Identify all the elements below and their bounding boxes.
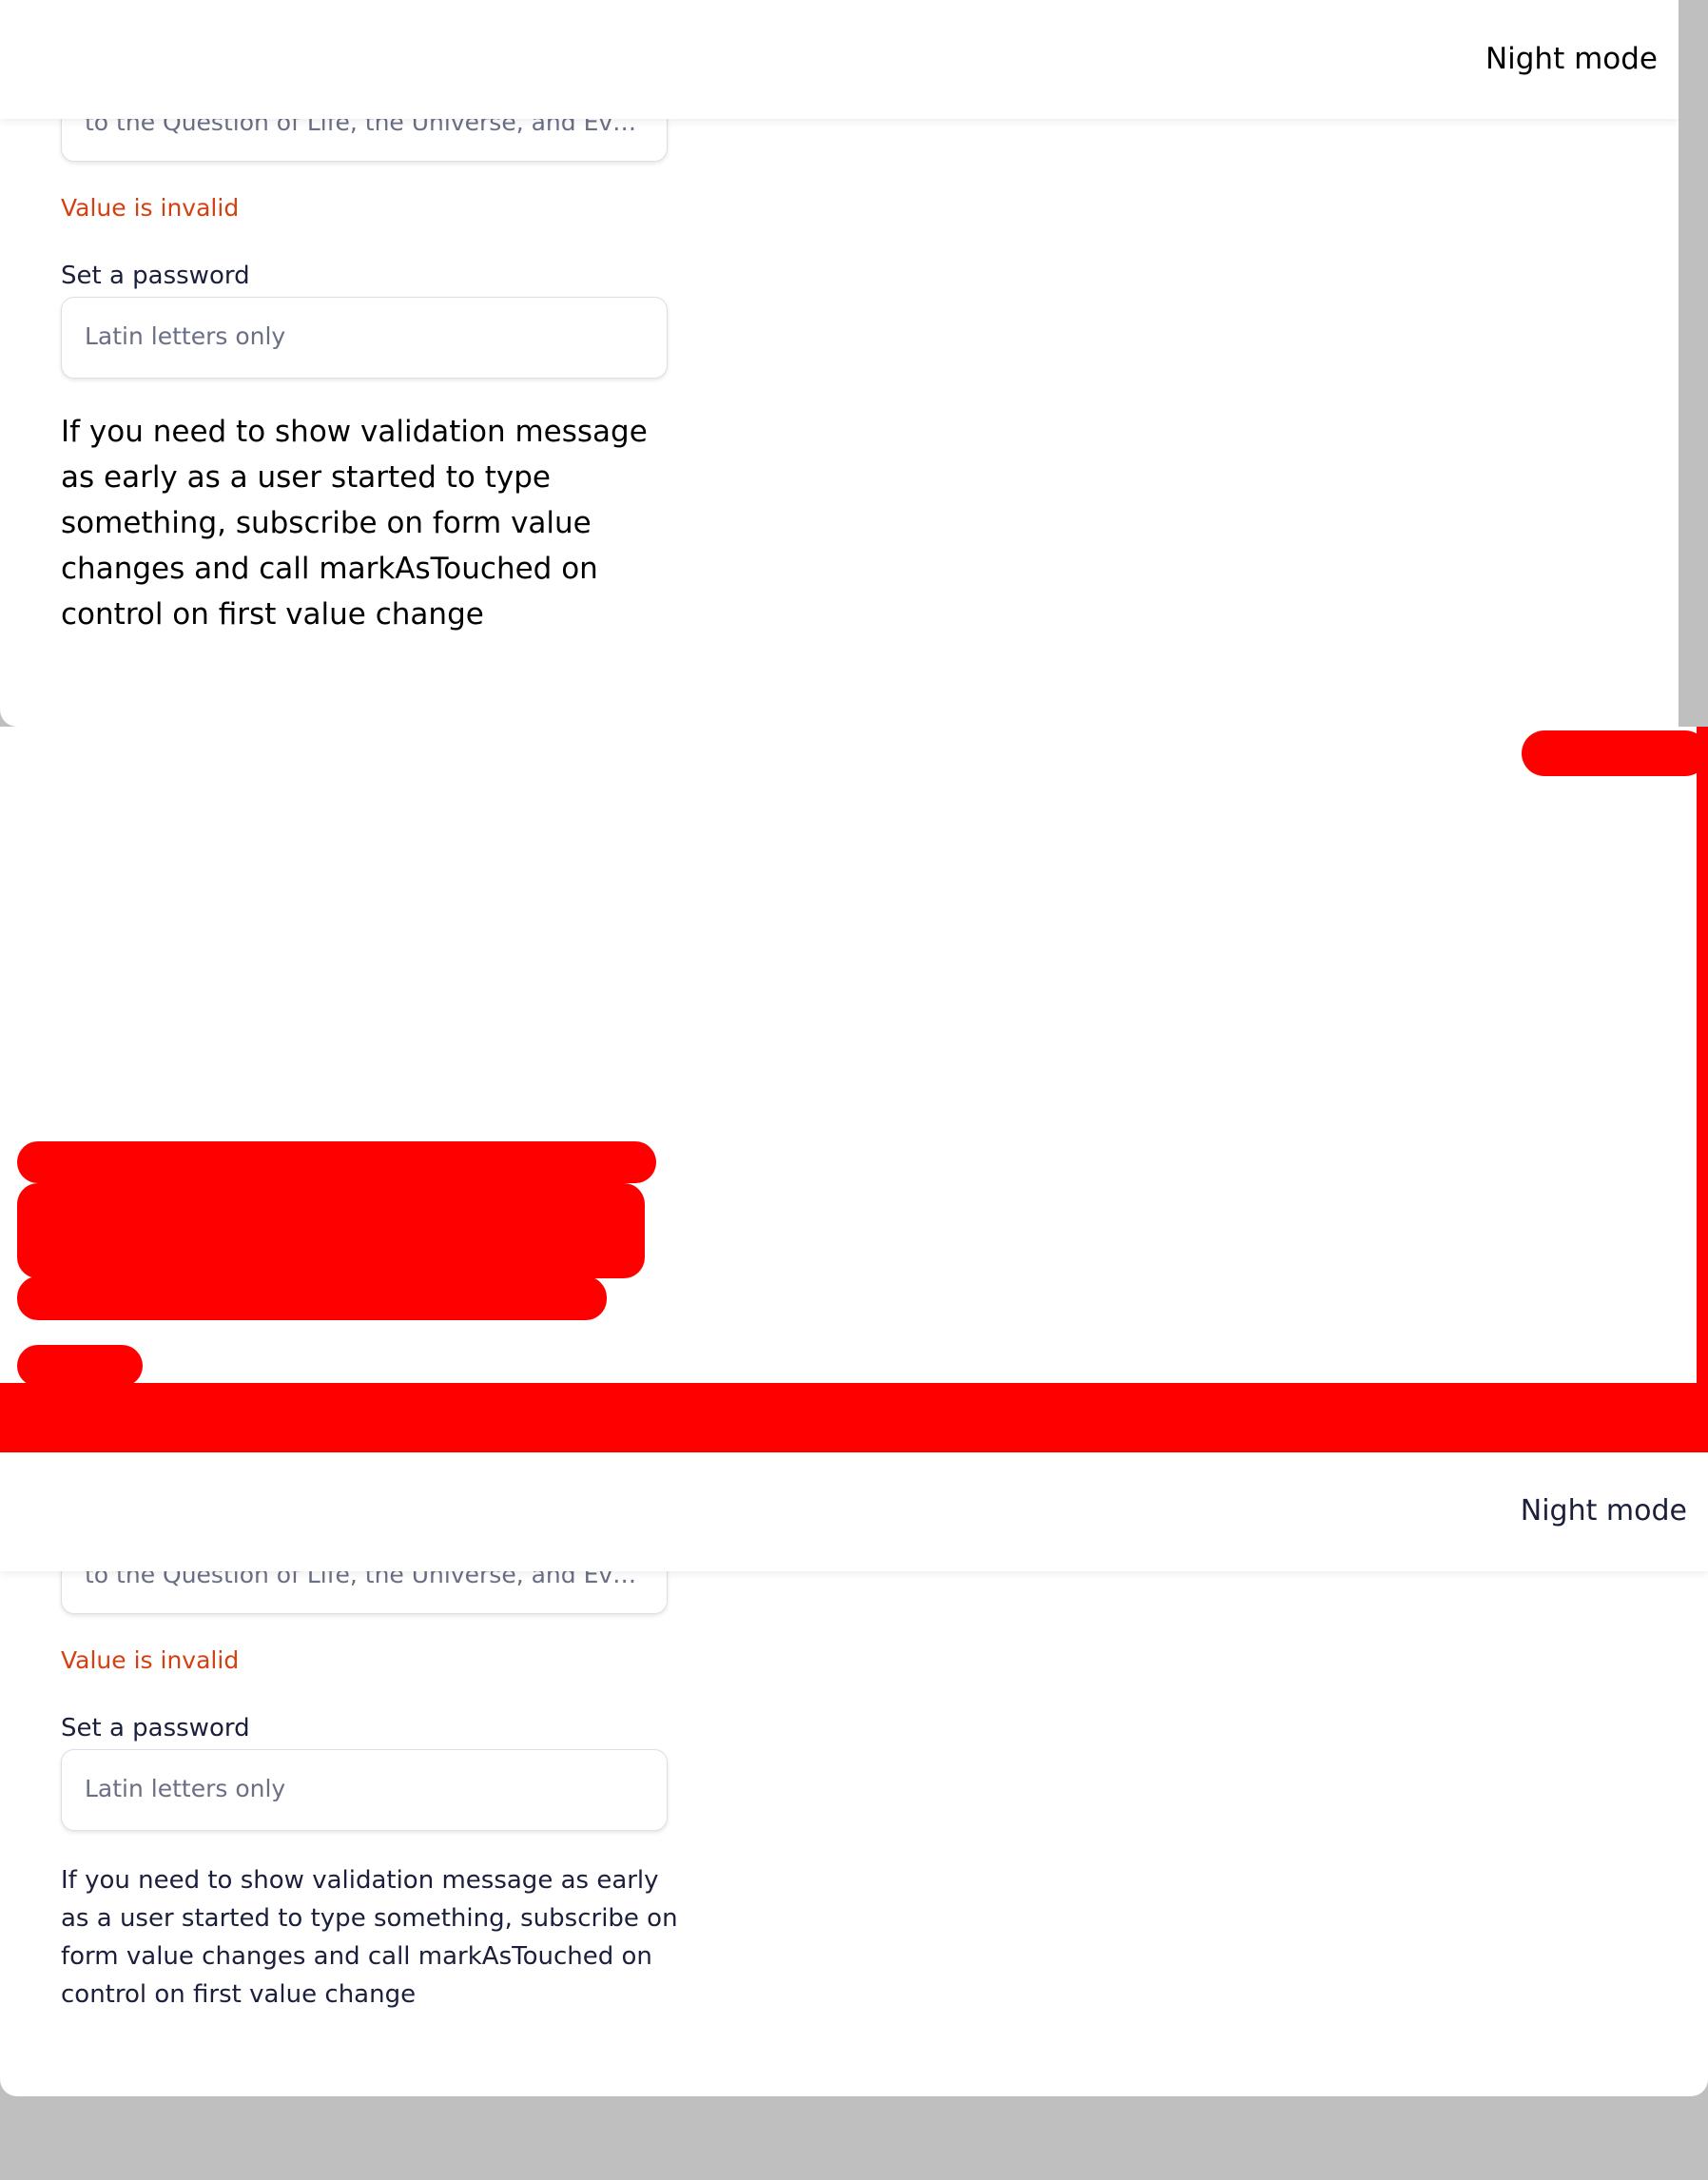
answer-error-message: Value is invalid [61, 1646, 240, 1674]
redacted-night-mode [1522, 730, 1708, 776]
password-input-placeholder: Latin letters only [85, 1775, 286, 1802]
redacted-panel [0, 727, 1708, 1452]
page-scrollbar[interactable] [1679, 0, 1708, 727]
redacted-text-line [17, 1345, 143, 1387]
demo-panel-large: Night mode to the Question of Life, the … [0, 0, 1679, 727]
password-input[interactable]: Latin letters only [61, 1749, 668, 1831]
answer-error-message: Value is invalid [61, 194, 240, 222]
help-paragraph: If you need to show validation message a… [61, 415, 648, 632]
password-label: Set a password [61, 1714, 250, 1742]
bottom-header: Night mode [0, 1452, 1708, 1571]
redacted-right-edge [1697, 727, 1708, 1392]
redacted-text-line [17, 1141, 656, 1183]
demo-panel: Night mode to the Question of Life, the … [0, 1452, 1708, 2096]
redacted-text-block [17, 1183, 645, 1278]
password-label: Set a password [61, 262, 250, 290]
password-input[interactable]: Latin letters only [61, 297, 668, 379]
night-mode-toggle[interactable]: Night mode [1521, 1494, 1687, 1528]
night-mode-toggle[interactable]: Night mode [1485, 42, 1658, 76]
help-paragraph: If you need to show validation message a… [61, 1866, 678, 2009]
password-input-placeholder: Latin letters only [85, 322, 286, 350]
redacted-text-line [17, 1276, 607, 1320]
top-header: Night mode [0, 0, 1679, 119]
redacted-bottom-bar [0, 1383, 1708, 1452]
